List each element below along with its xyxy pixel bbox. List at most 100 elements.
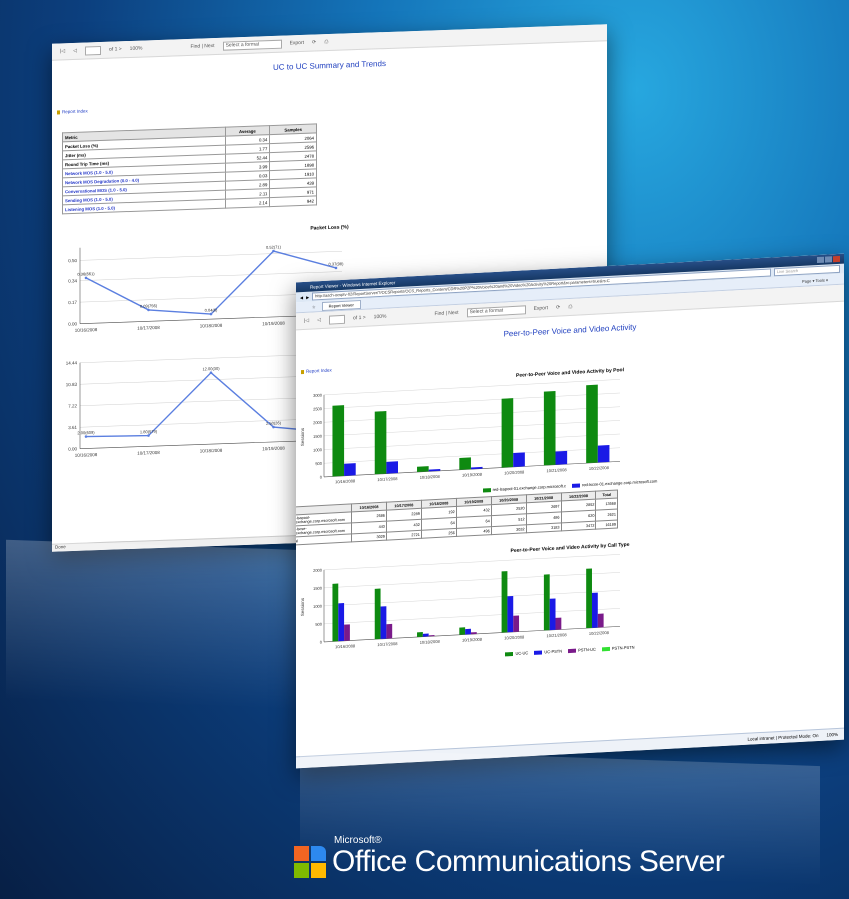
bar — [386, 623, 393, 639]
y-tick-label: 3.61 — [68, 425, 77, 430]
report-index-link[interactable]: Report Index — [57, 90, 607, 114]
bar — [417, 466, 429, 473]
x-tick-label: 10/19/2008 — [262, 446, 285, 452]
find-next-link[interactable]: Find | Next — [434, 310, 458, 317]
metrics-table: Metric Average Samples Packet Loss (%) 0.… — [62, 123, 317, 214]
x-tick-label: 10/19/2008 — [462, 472, 483, 478]
y-tick-label: 500 — [315, 461, 322, 466]
legend-item: PSTN-UC — [568, 647, 596, 653]
bar — [597, 444, 610, 463]
prev-page-icon[interactable]: ◁ — [73, 48, 77, 54]
bar — [507, 595, 514, 633]
metric-average: 2.14 — [225, 197, 270, 209]
bar — [543, 391, 556, 466]
refresh-icon[interactable]: ⟳ — [556, 305, 560, 311]
gridline — [324, 590, 620, 607]
legend-item: red-lsapool-01.exchange.corp.microsoft.c — [482, 483, 566, 493]
bar — [501, 571, 508, 633]
favorites-icon[interactable]: ☆ — [312, 304, 316, 309]
y-tick-label: 500 — [315, 621, 322, 626]
gridline — [324, 420, 620, 437]
data-point — [147, 434, 150, 437]
x-tick-label: 10/20/2008 — [504, 469, 525, 475]
data-label: 12.00(30) — [202, 366, 220, 372]
data-label: 0.52(71) — [266, 244, 282, 250]
y-tick-label: 10.83 — [66, 382, 78, 387]
bar — [470, 632, 477, 635]
close-button[interactable] — [833, 255, 840, 263]
y-tick-label: 1500 — [313, 433, 323, 439]
bar — [591, 592, 598, 628]
gridline — [324, 406, 620, 423]
tab-report-viewer[interactable]: Report Viewer — [321, 299, 361, 311]
legend-swatch — [601, 646, 610, 651]
y-tick-label: 3000 — [313, 392, 323, 398]
reflection-left — [6, 539, 306, 711]
bar — [586, 568, 592, 629]
x-tick-label: 10/22/2008 — [589, 465, 610, 471]
page-number-input[interactable] — [85, 45, 102, 56]
bar — [459, 457, 471, 470]
pool-value-cell: 256 — [421, 528, 457, 539]
find-next-link[interactable]: Find | Next — [190, 43, 214, 50]
zoom-select[interactable]: 100% — [374, 314, 387, 321]
maximize-button[interactable] — [825, 256, 832, 263]
format-select[interactable]: Select a format — [222, 39, 282, 51]
forward-icon[interactable]: ▶ — [306, 294, 309, 299]
x-tick-label: 10/21/2008 — [547, 467, 568, 473]
window-buttons — [817, 255, 840, 264]
page-number-input[interactable] — [329, 314, 346, 325]
bar — [549, 598, 556, 631]
pool-value-cell: 2721 — [386, 530, 422, 541]
x-tick-label: 10/18/2008 — [420, 639, 441, 645]
prev-page-icon[interactable]: ◁ — [317, 317, 321, 323]
pool-value-cell: 3472 — [561, 521, 596, 531]
p2p-report-window: Report Viewer - Windows Internet Explore… — [296, 253, 844, 769]
y-tick-label: 0 — [320, 474, 323, 479]
bar — [543, 574, 550, 631]
minimize-button[interactable] — [817, 256, 824, 264]
bar — [513, 615, 520, 632]
y-tick-label: 0 — [320, 639, 323, 644]
legend-swatch — [572, 482, 580, 488]
gridline — [324, 608, 620, 625]
x-tick-label: 10/21/2008 — [547, 632, 568, 638]
x-tick-label: 10/19/2008 — [462, 637, 483, 643]
metric-samples: 942 — [269, 195, 317, 207]
ocs-logo: Microsoft® Office Communications Server — [294, 836, 725, 878]
report-index-icon — [57, 109, 60, 115]
export-link[interactable]: Export — [290, 40, 304, 47]
y-tick-label: 1000 — [313, 603, 323, 609]
page-tools-menu[interactable]: Page ▾ Tools ▾ — [802, 277, 828, 283]
report-index-label: Report Index — [62, 108, 88, 115]
bar — [380, 606, 387, 639]
back-icon[interactable]: ◀ — [300, 294, 303, 299]
x-tick-label: 10/17/2008 — [137, 325, 160, 331]
print-icon[interactable]: ⎙ — [324, 39, 328, 45]
bar — [586, 384, 598, 464]
bar — [555, 450, 568, 465]
print-icon[interactable]: ⎙ — [568, 304, 572, 310]
pool-name-cell: Total — [296, 533, 352, 546]
refresh-icon[interactable]: ⟳ — [312, 39, 316, 45]
legend-item: UC-UC — [505, 650, 528, 656]
bar — [386, 461, 399, 474]
first-page-icon[interactable]: |◁ — [304, 318, 309, 324]
bar — [417, 632, 423, 638]
x-tick-label: 10/18/2008 — [200, 448, 223, 454]
y-tick-label: 2500 — [313, 406, 323, 412]
first-page-icon[interactable]: |◁ — [60, 48, 65, 54]
legend-label: red-lscse-01.exchange.corp.microsoft.com — [582, 478, 658, 488]
format-select[interactable]: Select a format — [466, 304, 526, 317]
y-tick-label: 0.34 — [68, 278, 77, 283]
data-label: 2.00(609) — [77, 430, 95, 436]
legend-label: UC-UC — [515, 650, 529, 656]
x-tick-label: 10/19/2008 — [262, 321, 285, 327]
y-axis-label: Sessions — [300, 597, 305, 616]
zoom-level[interactable]: 100% — [826, 732, 838, 738]
export-link[interactable]: Export — [534, 305, 548, 312]
page-of-label: of 1 > — [353, 314, 366, 322]
zoom-select[interactable]: 100% — [130, 46, 143, 52]
bar — [422, 633, 429, 637]
bar — [338, 603, 345, 642]
